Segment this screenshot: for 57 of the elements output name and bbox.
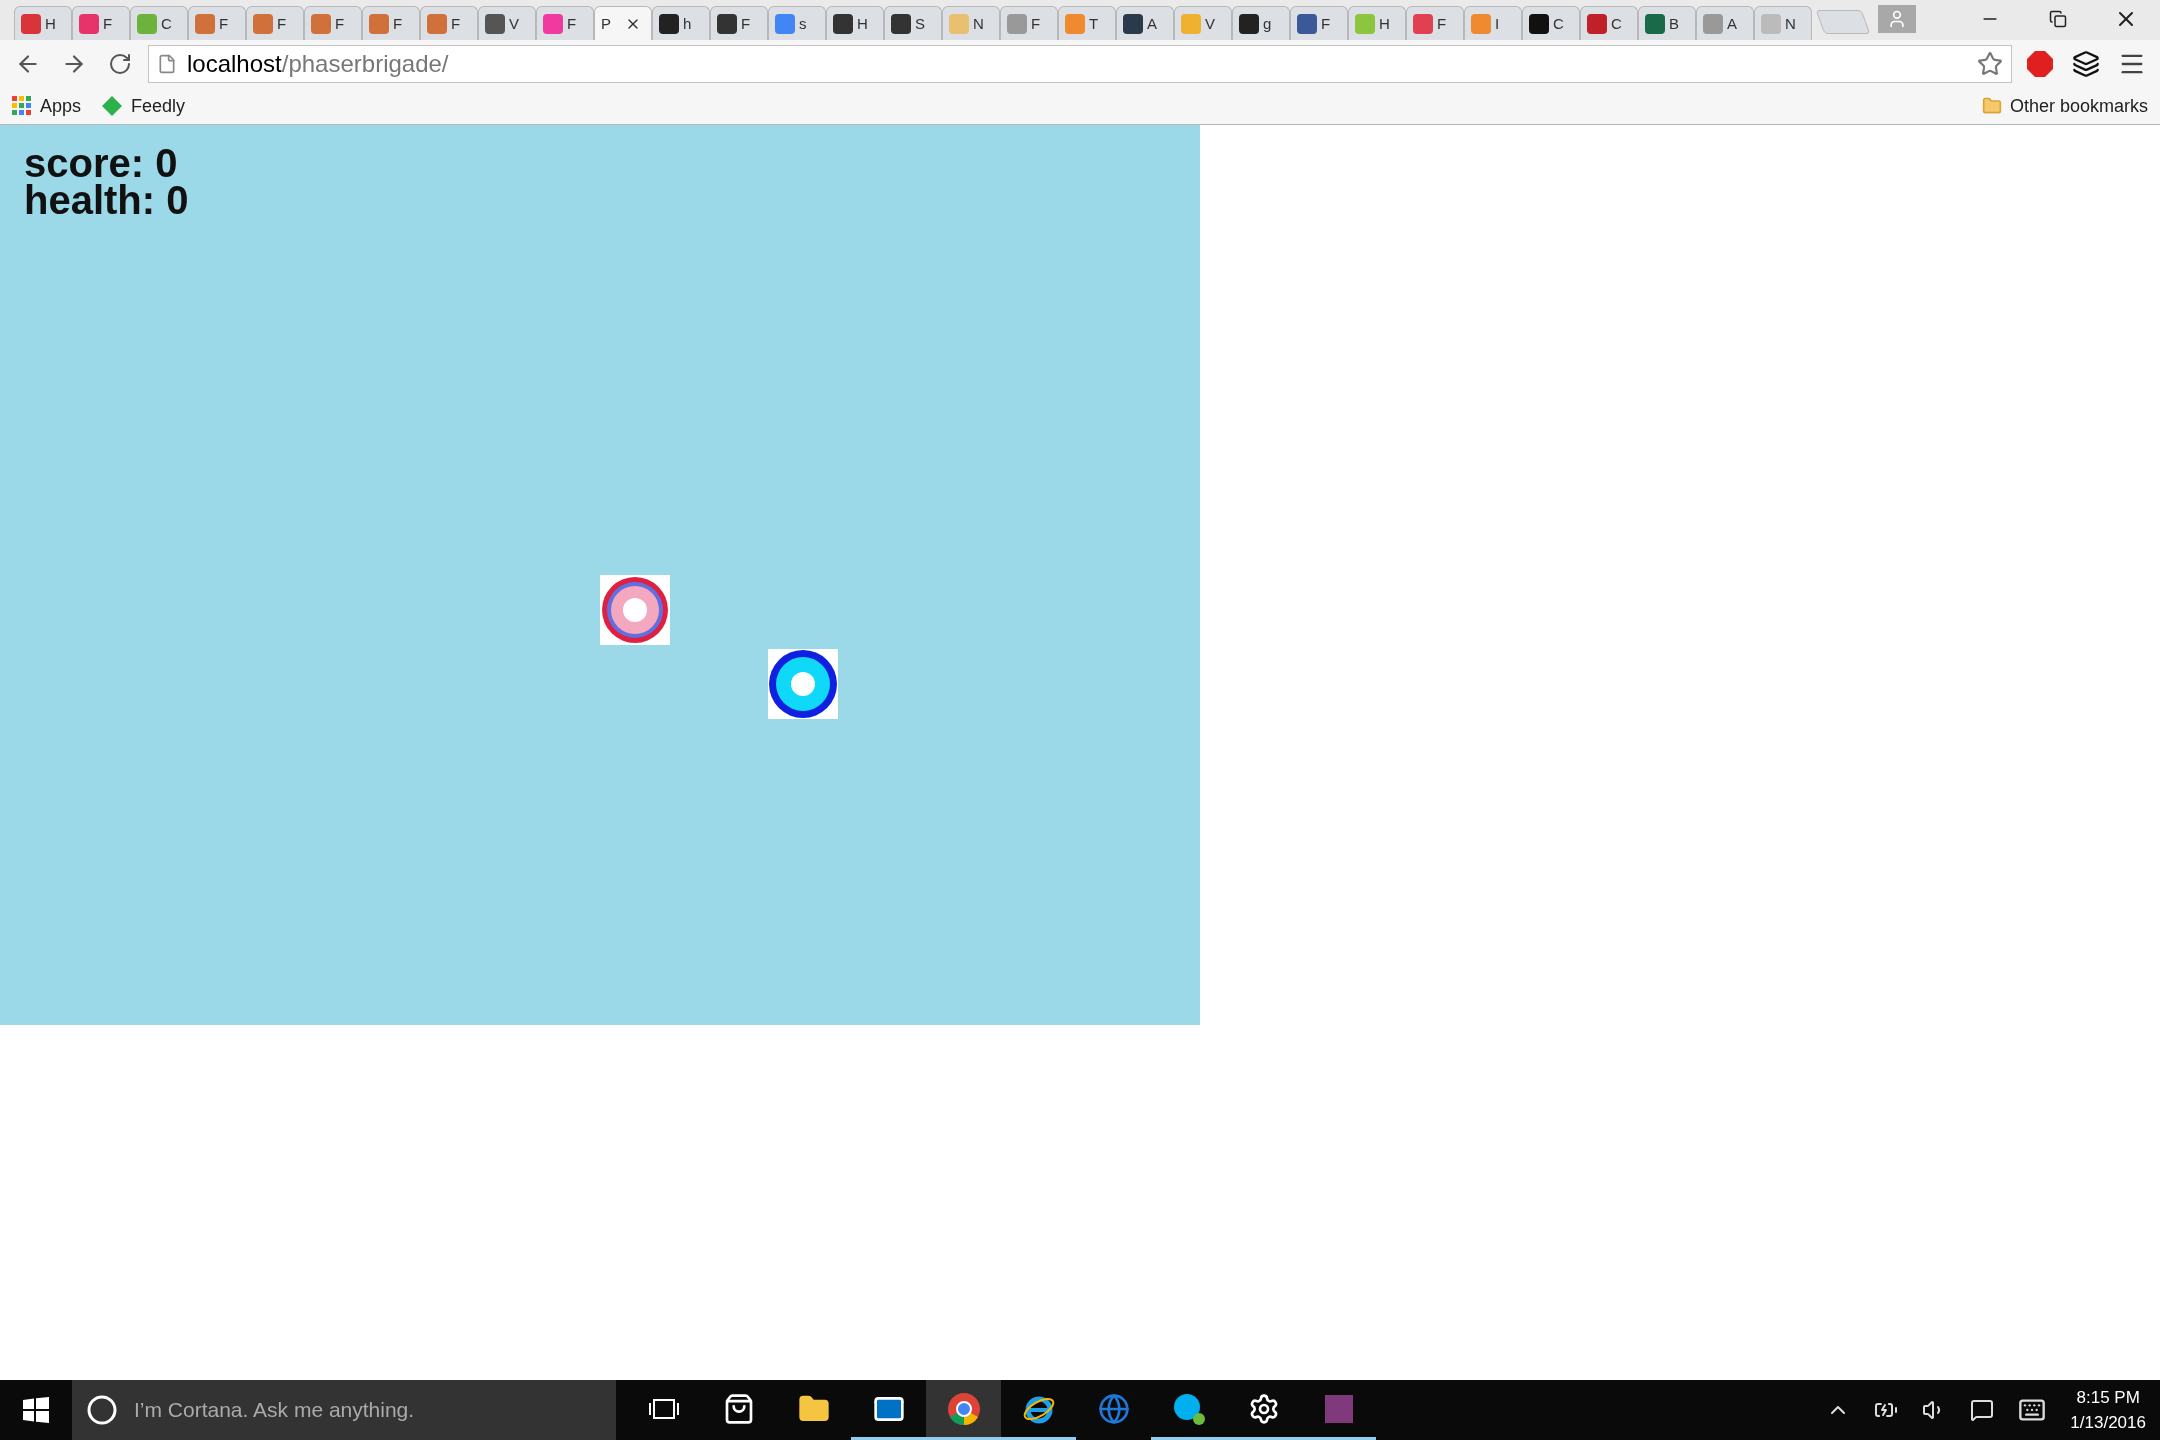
browser-tab[interactable]: N	[942, 6, 1000, 40]
notifications-icon[interactable]	[1970, 1398, 1995, 1422]
task-view-icon	[648, 1397, 679, 1420]
browser-tab[interactable]: A	[1696, 6, 1754, 40]
browser-tab[interactable]: H	[826, 6, 884, 40]
browser-tab[interactable]: F	[420, 6, 478, 40]
browser-tab[interactable]: C	[1522, 6, 1580, 40]
browser-tab[interactable]: I	[1464, 6, 1522, 40]
bookmark-item[interactable]: Feedly	[101, 95, 186, 117]
bookmark-item[interactable]: Apps	[12, 95, 82, 117]
browser-tab[interactable]: V	[1174, 6, 1232, 40]
globe-icon	[1097, 1392, 1130, 1425]
page-icon	[157, 54, 177, 74]
browser-tab[interactable]: F	[246, 6, 304, 40]
browser-tab[interactable]: C	[130, 6, 188, 40]
browser-tab[interactable]: g	[1232, 6, 1290, 40]
health-text: health: 0	[24, 182, 189, 219]
browser-tab[interactable]: F	[1406, 6, 1464, 40]
windows-logo-icon[interactable]	[23, 1397, 49, 1423]
other-bookmarks[interactable]: Other bookmarks	[1981, 95, 2148, 117]
browser-tab[interactable]: F	[304, 6, 362, 40]
address-field[interactable]: localhost/phaserbrigade/	[148, 45, 2012, 83]
browser-tab[interactable]: S	[884, 6, 942, 40]
url-text: localhost/phaserbrigade/	[187, 50, 449, 78]
browser-tab[interactable]: h	[652, 6, 710, 40]
browser-tab[interactable]: F	[1000, 6, 1058, 40]
target-sprite	[768, 649, 838, 719]
browser-tab[interactable]: C	[1580, 6, 1638, 40]
browser-tab[interactable]: N	[1754, 6, 1812, 40]
folder-icon	[1981, 96, 2002, 116]
person-icon	[1887, 9, 1907, 29]
browser-tab[interactable]: F	[362, 6, 420, 40]
browser-tab[interactable]: s	[768, 6, 826, 40]
browser-tab[interactable]: A	[1116, 6, 1174, 40]
browser-tab[interactable]: F	[710, 6, 768, 40]
taskbar-app-button[interactable]	[926, 1380, 1001, 1440]
browser-tab[interactable]: F	[536, 6, 594, 40]
browser-tab[interactable]: F	[188, 6, 246, 40]
reload-icon[interactable]	[108, 52, 132, 76]
browser-tab[interactable]: H	[14, 6, 72, 40]
browser-tab[interactable]: T	[1058, 6, 1116, 40]
browser-tab[interactable]: V	[478, 6, 536, 40]
circle-icon	[86, 1394, 118, 1426]
browser-tab[interactable]: B	[1638, 6, 1696, 40]
ring-sprite	[600, 575, 670, 645]
apps-grid-icon	[12, 96, 32, 116]
restore-icon[interactable]	[2049, 10, 2067, 28]
browser-tab[interactable]: F	[72, 6, 130, 40]
chrome-icon	[946, 1391, 981, 1426]
browser-tab[interactable]: H	[1348, 6, 1406, 40]
browser-tab[interactable]: P	[594, 6, 652, 40]
clock[interactable]: 8:15 PM 1/13/2016	[2070, 1385, 2146, 1435]
browser-tab[interactable]: F	[1290, 6, 1348, 40]
score-text: score: 0	[24, 145, 179, 182]
star-icon[interactable]	[1977, 51, 2003, 77]
search-field[interactable]: I’m Cortana. Ask me anything.	[72, 1380, 616, 1440]
leaf-icon	[101, 95, 124, 117]
